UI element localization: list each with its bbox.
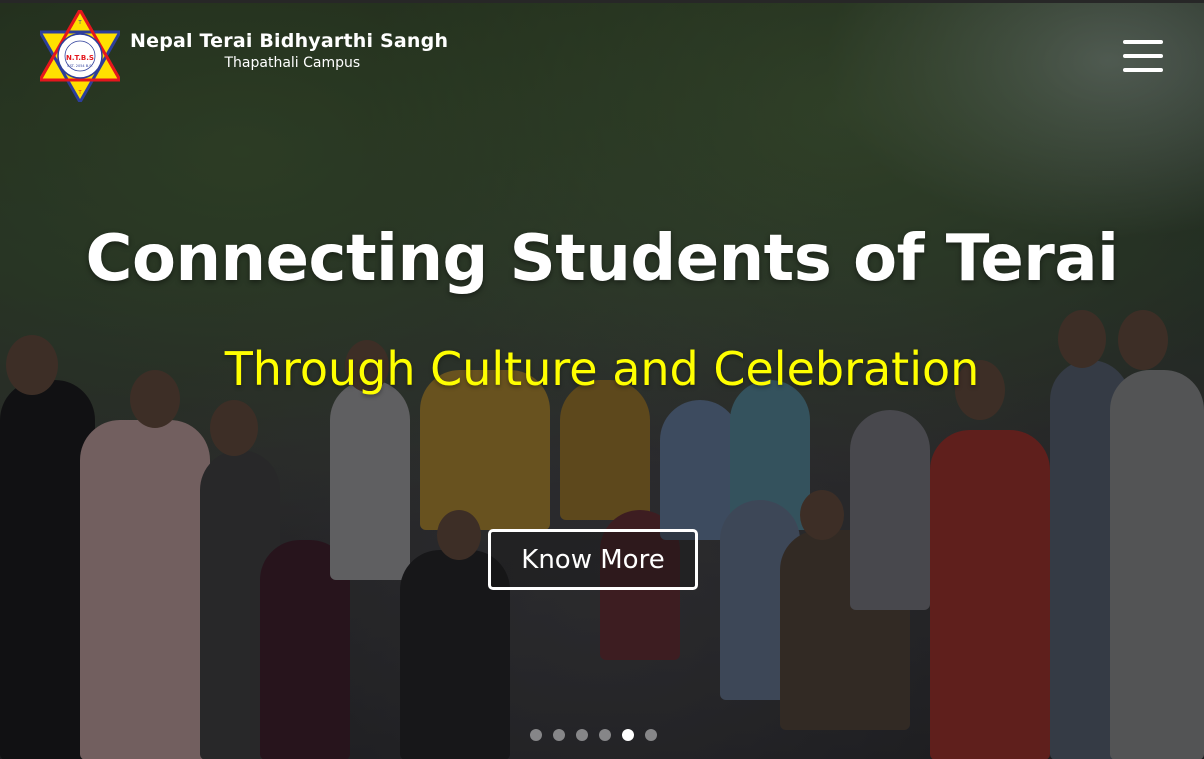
site-brand[interactable]: N.T.B.S EST. 2054 B.S. T T Nepal Terai B… (37, 6, 448, 106)
hero-subheadline: Through Culture and Celebration (224, 342, 980, 396)
logo-badge-text: N.T.B.S (66, 54, 94, 62)
hamburger-menu-button[interactable] (1121, 38, 1165, 74)
know-more-button[interactable]: Know More (488, 529, 698, 590)
ntbs-star-logo-icon: N.T.B.S EST. 2054 B.S. T T (37, 6, 123, 106)
carousel-dot-4[interactable] (599, 729, 611, 741)
brand-name[interactable]: Nepal Terai Bidhyarthi Sangh (130, 30, 448, 52)
hamburger-menu-icon (1123, 40, 1163, 44)
logo-est-text: EST. 2054 B.S. (67, 64, 92, 68)
carousel-dot-1[interactable] (530, 729, 542, 741)
brand-subtitle: Thapathali Campus (224, 54, 361, 71)
carousel-indicators (530, 729, 657, 741)
hero-headline: Connecting Students of Terai (85, 222, 1119, 296)
carousel-dot-6[interactable] (645, 729, 657, 741)
carousel-dot-5-active[interactable] (622, 729, 634, 741)
hero-section: N.T.B.S EST. 2054 B.S. T T Nepal Terai B… (0, 0, 1204, 759)
carousel-dot-2[interactable] (553, 729, 565, 741)
carousel-dot-3[interactable] (576, 729, 588, 741)
